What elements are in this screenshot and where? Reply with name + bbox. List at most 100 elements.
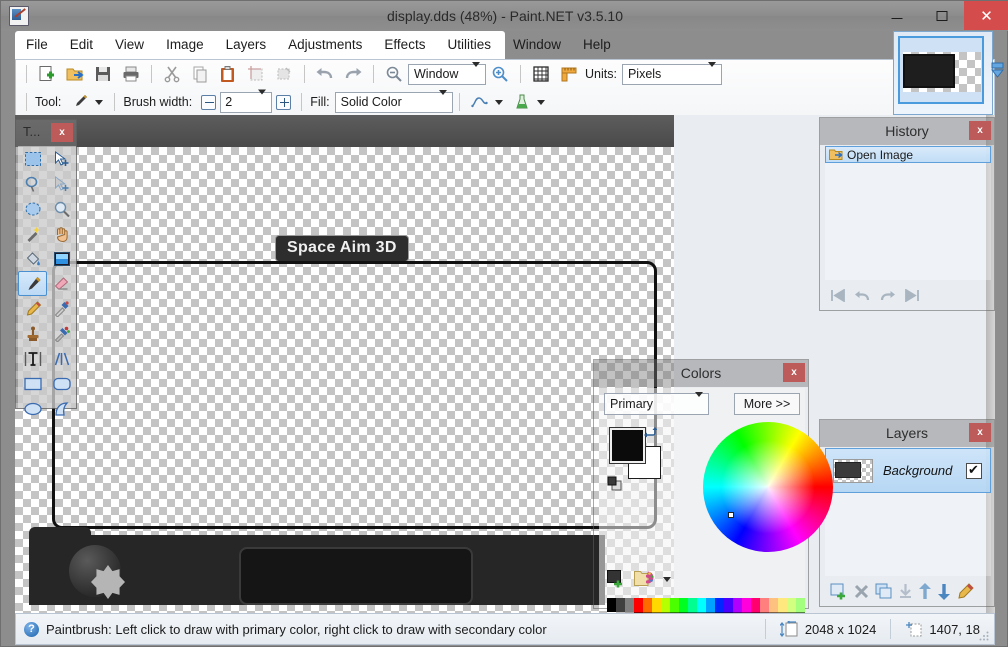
palette-swatch[interactable] [796,598,805,612]
tool-dropdown-caret[interactable] [95,99,104,105]
blend-mode-icon[interactable] [509,90,535,114]
document-canvas[interactable]: Space Aim 3D [15,115,674,613]
palette-swatch[interactable] [787,598,796,612]
deselect-icon[interactable] [271,62,297,86]
palette-swatch[interactable] [643,598,652,612]
redo-icon[interactable] [340,62,366,86]
crop-to-selection-icon[interactable] [243,62,269,86]
colors-panel-close-button[interactable]: x [783,363,805,382]
color-mode-combo[interactable]: Primary [604,392,709,415]
paintbrush-icon[interactable] [67,90,93,114]
print-icon[interactable] [118,62,144,86]
reset-colors-icon[interactable] [607,476,623,492]
palette-swatch[interactable] [706,598,715,612]
layers-list[interactable]: Background [825,448,991,576]
resize-grip-icon[interactable] [978,629,990,641]
menu-window[interactable]: Window [502,31,572,59]
color-picker-tool[interactable] [47,296,76,321]
paintbrush-tool[interactable] [18,271,47,296]
freeform-shape-tool[interactable] [47,396,76,421]
palette-swatch[interactable] [679,598,688,612]
color-wheel[interactable] [703,422,833,552]
ellipse-shape-tool[interactable] [18,396,47,421]
history-panel-close-button[interactable]: x [969,121,991,140]
palette-swatch[interactable] [760,598,769,612]
pan-tool[interactable] [47,221,76,246]
paste-icon[interactable] [215,62,241,86]
swap-colors-icon[interactable] [643,426,658,440]
menu-edit[interactable]: Edit [59,31,104,59]
primary-color-swatch[interactable] [609,427,646,464]
increase-brush-width-button[interactable] [276,94,292,110]
cut-icon[interactable] [159,62,185,86]
lasso-select-tool[interactable] [18,171,47,196]
palette-swatch[interactable] [607,598,616,612]
layers-panel-close-button[interactable]: x [969,423,991,442]
grid-icon[interactable] [528,62,554,86]
palette-swatch[interactable] [724,598,733,612]
minimize-button[interactable] [874,1,919,30]
zoom-out-icon[interactable] [381,62,407,86]
menu-adjustments[interactable]: Adjustments [277,31,373,59]
undo-icon[interactable] [312,62,338,86]
ruler-icon[interactable] [556,62,582,86]
open-image-icon[interactable] [62,62,88,86]
palette-swatch[interactable] [697,598,706,612]
menu-view[interactable]: View [104,31,155,59]
recolor-tool[interactable] [47,321,76,346]
palette-swatch[interactable] [625,598,634,612]
rectangle-shape-tool[interactable] [18,371,47,396]
move-selection-tool[interactable] [47,171,76,196]
menu-effects[interactable]: Effects [373,31,436,59]
palette-swatch[interactable] [634,598,643,612]
layer-visibility-checkbox[interactable] [966,462,982,479]
more-button[interactable]: More >> [734,393,800,415]
menu-utilities[interactable]: Utilities [436,31,502,59]
brush-width-input[interactable]: 2 [220,89,273,113]
copy-icon[interactable] [187,62,213,86]
palette-swatch[interactable] [742,598,751,612]
palette-swatch[interactable] [751,598,760,612]
menu-help[interactable]: Help [572,31,622,59]
blend-mode-dropdown-caret[interactable] [536,99,545,105]
save-icon[interactable] [90,62,116,86]
ellipse-select-tool[interactable] [18,196,47,221]
zoom-in-icon[interactable] [487,62,513,86]
maximize-button[interactable] [919,1,964,30]
units-combo[interactable]: Pixels [621,62,722,85]
menu-file[interactable]: File [15,31,59,59]
palette-swatch[interactable] [769,598,778,612]
rectangle-select-tool[interactable] [18,146,47,171]
history-item-open-image[interactable]: Open Image [825,146,991,163]
color-wheel-cursor[interactable] [728,512,734,518]
close-button[interactable]: ✕ [964,1,1008,30]
antialiasing-icon[interactable] [467,90,493,114]
paint-bucket-tool[interactable] [18,246,47,271]
decrease-brush-width-button[interactable] [201,94,217,110]
zoom-level-combo[interactable]: Window [408,62,486,85]
clone-stamp-tool[interactable] [18,321,47,346]
menu-image[interactable]: Image [155,31,215,59]
fill-combo[interactable]: Solid Color [334,90,453,113]
tools-window-close-button[interactable]: x [51,123,73,142]
magic-wand-tool[interactable] [18,221,47,246]
zoom-tool[interactable] [47,196,76,221]
palette-dropdown-caret[interactable] [663,576,671,582]
pencil-tool[interactable] [18,296,47,321]
gradient-tool[interactable] [47,246,76,271]
line-curve-tool[interactable] [47,346,76,371]
palette-swatch[interactable] [661,598,670,612]
menu-layers[interactable]: Layers [215,31,278,59]
palette-swatch[interactable] [688,598,697,612]
palette-swatch[interactable] [616,598,625,612]
history-list[interactable]: Open Image [825,146,991,280]
move-selected-tool[interactable] [47,146,76,171]
image-thumbnail-display-dds[interactable] [898,36,984,104]
palette-swatch[interactable] [715,598,724,612]
eraser-tool[interactable] [47,271,76,296]
palette-swatch[interactable] [670,598,679,612]
layer-item-background[interactable]: Background [825,448,991,493]
text-tool[interactable] [18,346,47,371]
rounded-rectangle-tool[interactable] [47,371,76,396]
antialiasing-dropdown-caret[interactable] [494,99,503,105]
